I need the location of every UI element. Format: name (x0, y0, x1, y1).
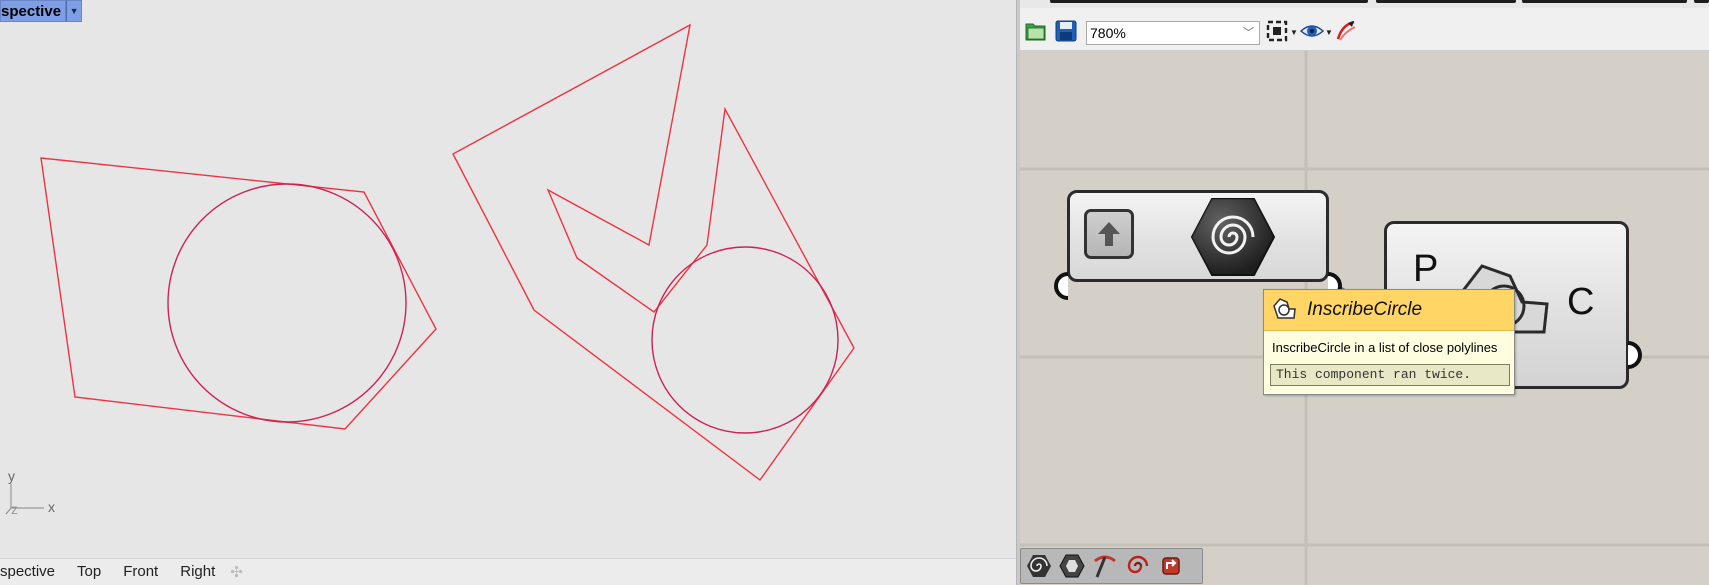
up-arrow-icon[interactable] (1084, 209, 1134, 259)
component-tooltip: InscribeCircle InscribeCircle in a list … (1263, 289, 1515, 395)
spiral-hexagon-icon (1190, 198, 1276, 276)
gh-ribbon-tab[interactable] (1694, 0, 1709, 3)
gh-ribbon-tab[interactable] (1376, 0, 1516, 3)
viewport-geometry: y z x (5, 23, 855, 517)
axis-y-label: y (8, 468, 15, 484)
input-grip-left[interactable] (1050, 272, 1068, 300)
save-file-icon[interactable] (1054, 19, 1078, 43)
gh-canvas[interactable]: P C InscribeCircle InscribeCircle in a l… (1020, 51, 1709, 585)
cube-icon[interactable] (1156, 551, 1186, 581)
viewport-tabs: spective Top Front Right ✣ (0, 558, 1016, 585)
swirl-icon[interactable] (1123, 551, 1153, 581)
zoom-extents-dropdown-icon[interactable]: ▼ (1290, 28, 1298, 37)
gh-ribbon-tab[interactable] (1228, 0, 1368, 3)
viewport-title[interactable]: spective (0, 0, 67, 22)
preview-eye-icon[interactable] (1300, 19, 1324, 43)
tab-perspective[interactable]: spective (0, 559, 66, 585)
output-port-label[interactable]: C (1567, 281, 1594, 324)
inscribe-circle-small-icon (1269, 295, 1299, 325)
tab-front[interactable]: Front (112, 559, 169, 585)
zoom-extents-icon[interactable] (1265, 19, 1289, 43)
output-grip-c[interactable] (1628, 341, 1646, 369)
tab-top[interactable]: Top (66, 559, 112, 585)
viewport-title-bar[interactable]: spective ▼ (0, 0, 83, 22)
gh-ribbon-tabs (1020, 0, 1709, 8)
gh-ribbon-tab[interactable] (1050, 0, 1240, 3)
tab-right[interactable]: Right (169, 559, 226, 585)
tooltip-runtime-note: This component ran twice. (1270, 364, 1510, 386)
inscribed-circle-1[interactable] (167, 183, 407, 423)
open-file-icon[interactable] (1024, 19, 1048, 43)
polyline-pentagon[interactable] (40, 157, 437, 430)
rhino-viewport[interactable]: y z x spective ▼ spective Top Front Righ… (0, 0, 1016, 585)
axis-widget: y z x (5, 468, 55, 517)
axis-x-label: x (48, 499, 55, 515)
plus-icon[interactable]: ✣ (226, 563, 247, 581)
chevron-down-icon: ﹀ (1243, 27, 1254, 39)
gh-component-source[interactable] (1067, 190, 1329, 282)
tooltip-description: InscribeCircle in a list of close polyli… (1272, 340, 1498, 355)
hexagon-icon[interactable] (1057, 551, 1087, 581)
zoom-level-value: 780% (1090, 25, 1126, 41)
polyline-irregular[interactable] (452, 23, 855, 481)
axis-z-label: z (11, 501, 18, 517)
gh-toolbar: 780% ﹀ ▼ ▼ (1020, 8, 1709, 51)
zoom-level-dropdown[interactable]: 780% ﹀ (1086, 21, 1260, 45)
pickaxe-icon[interactable] (1090, 551, 1120, 581)
gh-ribbon-tab[interactable] (1522, 0, 1687, 3)
preview-dropdown-icon[interactable]: ▼ (1325, 28, 1333, 37)
sketch-icon[interactable] (1334, 19, 1358, 43)
component-palette (1020, 548, 1203, 584)
tooltip-title: InscribeCircle (1307, 299, 1423, 320)
viewport-menu-arrow-icon[interactable]: ▼ (66, 0, 83, 22)
tooltip-header: InscribeCircle (1264, 290, 1514, 331)
grasshopper-editor: 780% ﹀ ▼ ▼ P C InscribeCircle InscribeCi… (1020, 0, 1709, 585)
hexagon-spiral-icon[interactable] (1024, 551, 1054, 581)
inscribed-circle-2[interactable] (651, 246, 839, 434)
input-port-label[interactable]: P (1413, 248, 1438, 291)
